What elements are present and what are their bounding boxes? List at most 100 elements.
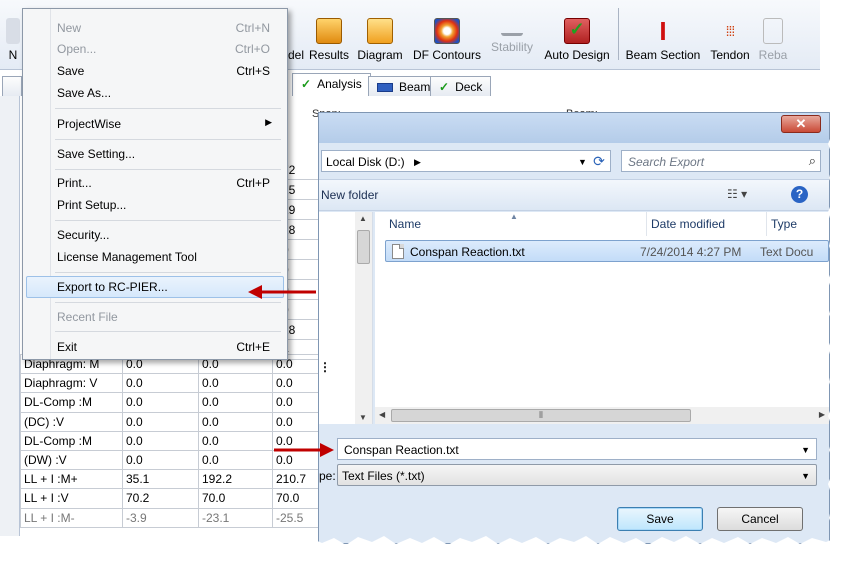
menu-item-print-setup[interactable]: Print Setup... (26, 194, 284, 216)
toolbar-label: N (8, 48, 18, 62)
value-cell[interactable]: 0.0 (122, 430, 199, 451)
check-icon: ✓ (439, 80, 450, 94)
menu-label: Security... (57, 228, 110, 242)
menu-item-open[interactable]: Open... Ctrl+O (26, 38, 284, 60)
toolbar-results-button[interactable]: Results (306, 2, 352, 64)
menu-item-print[interactable]: Print... Ctrl+P (26, 172, 284, 194)
toolbar-stability-button[interactable]: Stability (488, 2, 536, 64)
nav-vertical-scrollbar[interactable]: ▲ ▼ (355, 212, 372, 424)
value-cell[interactable]: 0.0 (122, 373, 199, 394)
toolbar-tendon-button[interactable]: ⁞⁞⁞ Tendon (708, 2, 752, 64)
menu-separator (55, 302, 281, 303)
value-cell[interactable]: 70.0 (272, 488, 321, 509)
refresh-button[interactable]: ⟳ (587, 150, 611, 172)
value-cell[interactable]: 0.0 (198, 449, 273, 471)
row-label-cell[interactable]: Diaphragm: V (20, 373, 123, 394)
menu-item-exit[interactable]: Exit Ctrl+E (26, 336, 284, 358)
tab-deck[interactable]: ✓ Deck (430, 76, 492, 96)
save-button[interactable]: Save (617, 507, 703, 531)
close-button[interactable]: ✕ (781, 115, 821, 133)
scroll-up-icon[interactable]: ▲ (359, 214, 367, 223)
tab-beam[interactable]: Beam (368, 76, 440, 96)
column-header-type[interactable]: Type (771, 212, 829, 236)
menu-item-license-management[interactable]: License Management Tool (26, 246, 284, 268)
view-options-button[interactable]: ☷ ▾ (727, 187, 747, 201)
column-header-date[interactable]: Date modified (651, 212, 767, 236)
scroll-left-icon[interactable]: ◀ (379, 410, 385, 419)
menu-item-new[interactable]: New Ctrl+N (26, 17, 284, 39)
value-cell[interactable]: 192.2 (198, 469, 273, 490)
scroll-down-icon[interactable]: ▼ (359, 413, 367, 422)
value-cell[interactable]: 0.0 (272, 411, 321, 432)
toolbar-auto-design-button[interactable]: ✓ Auto Design (542, 2, 612, 64)
column-label: Type (771, 217, 798, 231)
row-label-cell[interactable]: LL + I :M+ (20, 469, 123, 490)
value-cell[interactable]: 0.0 (272, 392, 321, 413)
menu-item-security[interactable]: Security... (26, 224, 284, 246)
value-cell[interactable]: 70.0 (198, 488, 273, 509)
file-name: Conspan Reaction.txt (410, 245, 525, 259)
value-cell[interactable]: 0.0 (198, 373, 273, 394)
tab-analysis[interactable]: ✓ Analysis (292, 73, 371, 96)
address-bar[interactable]: Local Disk (D:) ▶ ▼ (321, 150, 611, 172)
value-cell[interactable]: 210.7 (272, 469, 321, 490)
value-cell[interactable]: -25.5 (272, 507, 321, 528)
toolbar-rebar-button[interactable]: Reba (758, 2, 788, 64)
column-header-name[interactable]: Name (389, 212, 647, 236)
file-date: 7/24/2014 4:27 PM (640, 245, 742, 259)
row-label-cell[interactable]: LL + I :M- (20, 507, 123, 528)
row-label-cell[interactable]: DL-Comp :M (20, 430, 123, 451)
menu-item-save-setting[interactable]: Save Setting... (26, 143, 284, 165)
menu-separator (55, 108, 281, 109)
toolbar-beam-section-button[interactable]: I Beam Section (624, 2, 702, 64)
new-folder-button[interactable]: New folder (321, 188, 378, 202)
menu-item-recent-file[interactable]: Recent File (26, 306, 284, 328)
new-icon (6, 18, 20, 44)
scroll-thumb[interactable]: ⦀ (391, 409, 691, 422)
menu-item-save[interactable]: Save Ctrl+S (26, 60, 284, 82)
auto-design-icon: ✓ (564, 18, 590, 44)
toolbar-new-button[interactable]: N (4, 2, 22, 64)
file-list-horizontal-scrollbar[interactable]: ◀ ⦀ ▶ (375, 407, 829, 424)
toolbar-diagram-button[interactable]: Diagram (356, 2, 404, 64)
row-label-cell[interactable]: (DC) :V (20, 411, 123, 432)
breadcrumb-chevron-icon[interactable]: ▶ (414, 157, 421, 168)
cancel-button[interactable]: Cancel (717, 507, 803, 531)
menu-item-save-as[interactable]: Save As... (26, 82, 284, 104)
toolbar-df-contours-button[interactable]: DF Contours (412, 2, 482, 64)
value-cell[interactable]: 0.0 (122, 411, 199, 432)
row-label-cell[interactable]: (DW) :V (20, 449, 123, 471)
sort-ascending-icon: ▲ (510, 212, 518, 221)
row-label-cell[interactable]: LL + I :V (20, 488, 123, 509)
search-input[interactable]: Search Export ⌕ (621, 150, 821, 172)
tab-first[interactable] (2, 76, 22, 96)
value-cell[interactable]: 35.1 (122, 469, 199, 490)
tab-label: Analysis (317, 77, 362, 91)
table-row: LL + I :V 70.2 70.0 70.0 (20, 488, 321, 509)
value-cell[interactable]: 0.0 (122, 449, 199, 471)
tendon-icon: ⁞⁞⁞ (725, 23, 736, 39)
value-cell[interactable]: 0.0 (198, 392, 273, 413)
text-file-icon (392, 244, 404, 259)
file-name-input[interactable]: Conspan Reaction.txt ▼ (337, 438, 817, 460)
value-cell[interactable]: 0.0 (198, 411, 273, 432)
address-dropdown-icon[interactable]: ▼ (578, 157, 587, 167)
value-cell[interactable]: 0.0 (122, 392, 199, 413)
value-cell[interactable]: 0.0 (272, 373, 321, 394)
row-label-cell[interactable]: DL-Comp :M (20, 392, 123, 413)
dialog-title-bar: ✕ (319, 113, 829, 143)
menu-shortcut: Ctrl+O (234, 42, 270, 56)
menu-item-projectwise[interactable]: ProjectWise ▶ (26, 113, 284, 135)
file-row-selected[interactable]: Conspan Reaction.txt 7/24/2014 4:27 PM T… (385, 240, 829, 262)
scroll-thumb[interactable] (357, 230, 370, 264)
value-cell[interactable]: 70.2 (122, 488, 199, 509)
scroll-right-icon[interactable]: ▶ (819, 410, 825, 419)
help-icon[interactable]: ? (791, 186, 808, 203)
value-cell[interactable]: -23.1 (198, 507, 273, 528)
value-cell[interactable]: 0.0 (198, 430, 273, 451)
file-type: Text Docu (760, 245, 814, 259)
file-name-dropdown-icon[interactable]: ▼ (801, 445, 810, 455)
save-as-type-select[interactable]: Text Files (*.txt) ▼ (337, 464, 817, 486)
value-cell[interactable]: -3.9 (122, 507, 199, 528)
pane-splitter-grip[interactable]: ⋮ (319, 360, 331, 374)
